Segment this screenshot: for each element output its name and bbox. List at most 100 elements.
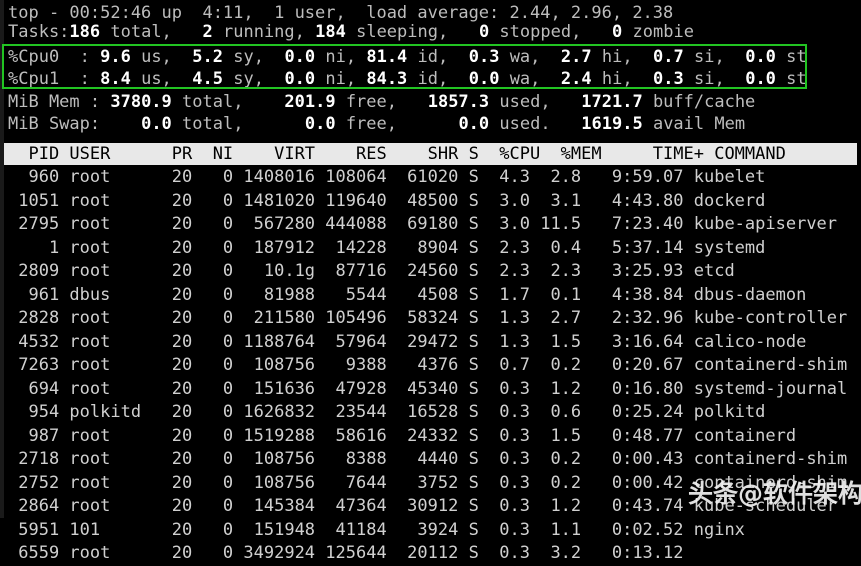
swap-total-label: total,	[171, 114, 254, 134]
cpu1-hi-label: hi,	[591, 69, 643, 89]
cpu1-st-label: st	[775, 69, 807, 89]
cpu0-gap3	[458, 47, 468, 67]
swap-gap2	[407, 114, 458, 134]
tasks-sleeping-value: 184	[315, 22, 346, 42]
tasks-label: Tasks:	[8, 22, 70, 42]
mem-used-value: 1857.3	[427, 92, 490, 112]
cpu0-si-value: 0.7	[653, 47, 684, 67]
cpu0-id-label: id,	[407, 47, 459, 67]
tasks-gap1	[172, 22, 203, 42]
cpu1-us-value: 8.4	[100, 69, 131, 89]
cpu0-wa-label: wa,	[499, 47, 551, 67]
cpu1-gap4	[551, 69, 561, 89]
mem-free-label: free,	[335, 92, 408, 112]
cpu0-gap4	[551, 47, 561, 67]
cpu0-st-value: 0.0	[745, 47, 776, 67]
tasks-zombie-value: 0	[612, 22, 623, 42]
table-row[interactable]: 954 polkitd 20 0 1626832 23544 16528 S 0…	[8, 401, 765, 425]
table-row[interactable]: 4532 root 20 0 1188764 57964 29472 S 1.3…	[8, 331, 806, 355]
table-row[interactable]: 2795 root 20 0 567280 444088 69180 S 3.0…	[8, 213, 837, 237]
cpu0-si-label: si,	[683, 47, 735, 67]
cpu0-gap1	[182, 47, 192, 67]
process-table-header[interactable]: PID USER PR NI VIRT RES SHR S %CPU %MEM …	[8, 143, 785, 165]
cpu1-hi-value: 2.4	[560, 69, 592, 89]
mem-used-label: used,	[489, 92, 561, 112]
swap-line: MiB Swap: 0.0 total, 0.0 free, 0.0 used.…	[8, 113, 745, 137]
mem-line: MiB Mem : 3780.9 total, 201.9 free, 1857…	[8, 91, 755, 115]
swap-avail-label: avail Mem	[642, 114, 746, 134]
table-row[interactable]: 2718 root 20 0 108756 8388 4440 S 0.3 0.…	[8, 448, 847, 472]
cpu1-gap2	[274, 69, 284, 89]
cpu0-line: %Cpu0 : 9.6 us, 5.2 sy, 0.0 ni, 81.4 id,…	[8, 46, 807, 70]
cpu0-us-value: 9.6	[100, 47, 131, 67]
tasks-stopped-label: stopped,	[489, 22, 582, 42]
cpu1-gap3	[458, 69, 468, 89]
mem-gap2	[407, 92, 427, 112]
cpu1-st-value: 0.0	[745, 69, 776, 89]
mem-total-value: 3780.9	[110, 92, 172, 112]
cpu1-sy-value: 4.5	[192, 69, 223, 89]
mem-total-label: total,	[171, 92, 254, 112]
cpu0-st-label: st	[775, 47, 807, 67]
cpu1-gap6	[735, 69, 745, 89]
tasks-sleeping-label: sleeping,	[345, 22, 449, 42]
terminal-window: top - 00:52:46 up 4:11, 1 user, load ave…	[0, 0, 861, 563]
tasks-gap4	[581, 22, 612, 42]
cpu0-hi-label: hi,	[591, 47, 643, 67]
cpu0-gap6	[735, 47, 745, 67]
mem-gap1	[254, 92, 285, 112]
table-row[interactable]: 960 root 20 0 1408016 108064 61020 S 4.3…	[8, 166, 765, 190]
mem-gap3	[561, 92, 581, 112]
cpu1-si-label: si,	[683, 69, 735, 89]
top-uptime-text: top - 00:52:46 up 4:11, 1 user, load ave…	[8, 3, 674, 23]
cpu1-us-label: us,	[130, 69, 183, 89]
cpu0-gap5	[643, 47, 653, 67]
cpu1-gap1	[182, 69, 192, 89]
swap-used-label: used.	[489, 114, 561, 134]
cpu1-ni-label: ni,	[315, 69, 367, 89]
swap-label: MiB Swap:	[8, 114, 111, 134]
cpu1-ni-value: 0.0	[284, 69, 316, 89]
cpu1-si-value: 0.3	[653, 69, 684, 89]
mem-buff-label: buff/cache	[642, 92, 756, 112]
table-row[interactable]: 6559 root 20 0 3492924 125644 20112 S 0.…	[8, 542, 694, 566]
swap-used-value: 0.0	[458, 114, 490, 134]
mem-free-value: 201.9	[284, 92, 336, 112]
tasks-gap2	[305, 22, 315, 42]
cpu1-id-value: 84.3	[366, 69, 408, 89]
table-row[interactable]: 961 dbus 20 0 81988 5544 4508 S 1.7 0.1 …	[8, 284, 806, 308]
table-row[interactable]: 2809 root 20 0 10.1g 87716 24560 S 2.3 2…	[8, 260, 734, 284]
cpu1-line: %Cpu1 : 8.4 us, 4.5 sy, 0.0 ni, 84.3 id,…	[8, 68, 807, 92]
table-row[interactable]: 987 root 20 0 1519288 58616 24332 S 0.3 …	[8, 425, 796, 449]
tasks-total-value: 186	[69, 22, 101, 42]
cpu0-sy-value: 5.2	[192, 47, 223, 67]
table-row[interactable]: 694 root 20 0 151636 47928 45340 S 0.3 1…	[8, 378, 847, 402]
cpu1-gap5	[643, 69, 653, 89]
table-row[interactable]: 2828 root 20 0 211580 105496 58324 S 1.3…	[8, 307, 847, 331]
table-row[interactable]: 1051 root 20 0 1481020 119640 48500 S 3.…	[8, 190, 765, 214]
swap-total-value: 0.0	[141, 114, 172, 134]
cpu0-label: %Cpu0 :	[8, 47, 101, 67]
swap-avail-value: 1619.5	[581, 114, 643, 134]
table-row[interactable]: 5951 101 20 0 151948 41184 3924 S 0.3 1.…	[8, 519, 745, 543]
table-row[interactable]: 7263 root 20 0 108756 9388 4376 S 0.7 0.…	[8, 354, 847, 378]
table-row[interactable]: 1 root 20 0 187912 14228 8904 S 2.3 0.4 …	[8, 237, 765, 261]
cpu1-id-label: id,	[407, 69, 459, 89]
cpu0-sy-label: sy,	[223, 47, 275, 67]
cpu1-sy-label: sy,	[223, 69, 275, 89]
tasks-stopped-value: 0	[478, 22, 490, 42]
swap-gap3	[561, 114, 581, 134]
swap-free-label: free,	[335, 114, 408, 134]
tasks-zombie-label: zombie	[622, 22, 694, 42]
tasks-line: Tasks:186 total, 2 running, 184 sleeping…	[8, 21, 694, 45]
swap-free-value: 0.0	[304, 114, 336, 134]
watermark-overlay: 头条@软件架构	[688, 479, 861, 508]
cpu1-wa-label: wa,	[499, 69, 551, 89]
swap-pad1	[110, 114, 141, 134]
tasks-total-label: total,	[100, 22, 172, 42]
cpu0-hi-value: 2.7	[560, 47, 592, 67]
terminal-left-edge	[0, 0, 4, 518]
cpu0-ni-label: ni,	[315, 47, 367, 67]
cpu0-gap2	[274, 47, 284, 67]
cpu0-wa-value: 0.3	[468, 47, 500, 67]
